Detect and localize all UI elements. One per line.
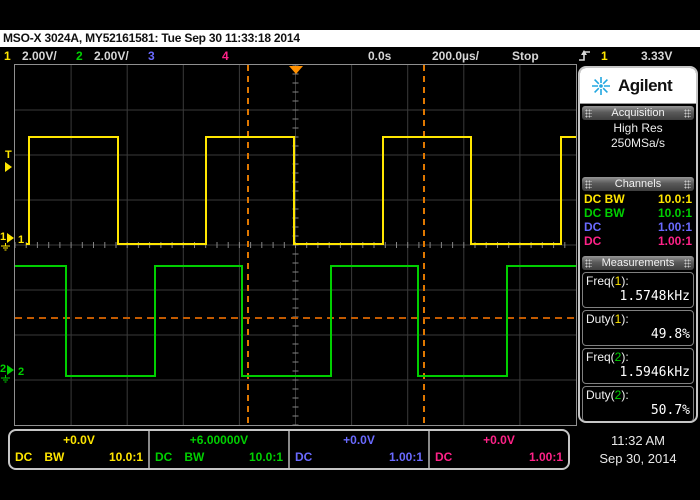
spacer (580, 248, 696, 254)
measurement-duty1[interactable]: Duty(1): 49.8% (582, 310, 694, 346)
status-ch2-number[interactable]: 2 (76, 49, 83, 63)
drag-grip-icon (684, 180, 691, 189)
measurement-value: 50.7% (586, 403, 690, 419)
ch1-trace-label: 1 (18, 234, 24, 246)
ground-symbol-icon (0, 243, 11, 251)
drag-grip-icon (585, 259, 592, 268)
status-ch1-number[interactable]: 1 (4, 49, 11, 63)
channel-settings-bar: +0.0V DC BW 10.0:1 +6.00000V DC BW 10.0:… (8, 429, 570, 470)
ch3-offset: +0.0V (290, 431, 428, 449)
ch1-settings-box[interactable]: +0.0V DC BW 10.0:1 (10, 431, 148, 468)
measurement-value: 49.8% (586, 327, 690, 343)
ch3-settings-box[interactable]: +0.0V DC 1.00:1 (288, 431, 428, 468)
drag-grip-icon (684, 109, 691, 118)
clock-date: Sep 30, 2014 (578, 450, 698, 468)
ch2-ground-marker[interactable]: 2 (0, 363, 14, 385)
measurement-freq1[interactable]: Freq(1): 1.5748kHz (582, 272, 694, 308)
model-serial-timestamp: MSO-X 3024A, MY52161581: Tue Sep 30 11:3… (3, 31, 300, 45)
ch2-settings-box[interactable]: +6.00000V DC BW 10.0:1 (148, 431, 288, 468)
trigger-source-number[interactable]: 1 (601, 49, 608, 63)
channel-row-1[interactable]: DC BW 10.0:1 (580, 192, 696, 206)
sidebar: Agilent Acquisition High Res 250MSa/s Ch… (578, 66, 698, 423)
trigger-level-marker[interactable]: T (5, 150, 17, 172)
waveform-display (14, 64, 577, 426)
drag-grip-icon (684, 259, 691, 268)
acquisition-mode: High Res (580, 121, 696, 136)
ch2-trace-label: 2 (18, 366, 24, 378)
drag-grip-icon (585, 180, 592, 189)
channels-header[interactable]: Channels (582, 177, 694, 191)
scope-graticule (15, 65, 576, 425)
acquisition-header[interactable]: Acquisition (582, 106, 694, 120)
brand-name: Agilent (618, 76, 672, 96)
ch2-offset: +6.00000V (150, 431, 288, 449)
ch4-offset: +0.0V (430, 431, 568, 449)
measurement-value: 1.5748kHz (586, 289, 690, 305)
trigger-level-value[interactable]: 3.33V (641, 49, 672, 63)
timebase-setting[interactable]: 200.0µs/ (432, 49, 479, 63)
ch4-settings-box[interactable]: +0.0V DC 1.00:1 (428, 431, 568, 468)
spacer (580, 151, 696, 175)
ch1-offset: +0.0V (10, 431, 148, 449)
status-bar: 1 2.00V/ 2 2.00V/ 3 4 0.0s 200.0µs/ Stop… (0, 47, 700, 64)
status-ch4-number[interactable]: 4 (222, 49, 229, 63)
ch1-ground-arrow-icon (7, 233, 14, 243)
ground-symbol-icon (0, 375, 11, 383)
channel-row-2[interactable]: DC BW 10.0:1 (580, 206, 696, 220)
capture-banner: MSO-X 3024A, MY52161581: Tue Sep 30 11:3… (0, 30, 700, 47)
measurement-duty2[interactable]: Duty(2): 50.7% (582, 386, 694, 422)
channel-row-4[interactable]: DC 1.00:1 (580, 234, 696, 248)
status-ch1-scale[interactable]: 2.00V/ (22, 49, 57, 63)
sample-rate: 250MSa/s (580, 136, 696, 151)
channel-row-3[interactable]: DC 1.00:1 (580, 220, 696, 234)
measurement-freq2[interactable]: Freq(2): 1.5946kHz (582, 348, 694, 384)
ch2-ground-arrow-icon (7, 365, 14, 375)
run-state[interactable]: Stop (512, 49, 539, 63)
trigger-arrow-icon (5, 162, 12, 172)
channel-1-trace (26, 137, 576, 244)
ch1-ground-marker[interactable]: 1 (0, 231, 14, 253)
status-ch3-number[interactable]: 3 (148, 49, 155, 63)
agilent-logo-icon (590, 75, 612, 97)
horizontal-delay[interactable]: 0.0s (368, 49, 391, 63)
clock-time: 11:32 AM (578, 432, 698, 450)
brand-box: Agilent (580, 68, 696, 104)
clock: 11:32 AM Sep 30, 2014 (578, 432, 698, 468)
trigger-position-marker[interactable] (289, 66, 303, 74)
status-ch2-scale[interactable]: 2.00V/ (94, 49, 129, 63)
measurements-header[interactable]: Measurements (582, 256, 694, 270)
drag-grip-icon (585, 109, 592, 118)
measurement-value: 1.5946kHz (586, 365, 690, 381)
rising-edge-trigger-icon (578, 49, 591, 65)
